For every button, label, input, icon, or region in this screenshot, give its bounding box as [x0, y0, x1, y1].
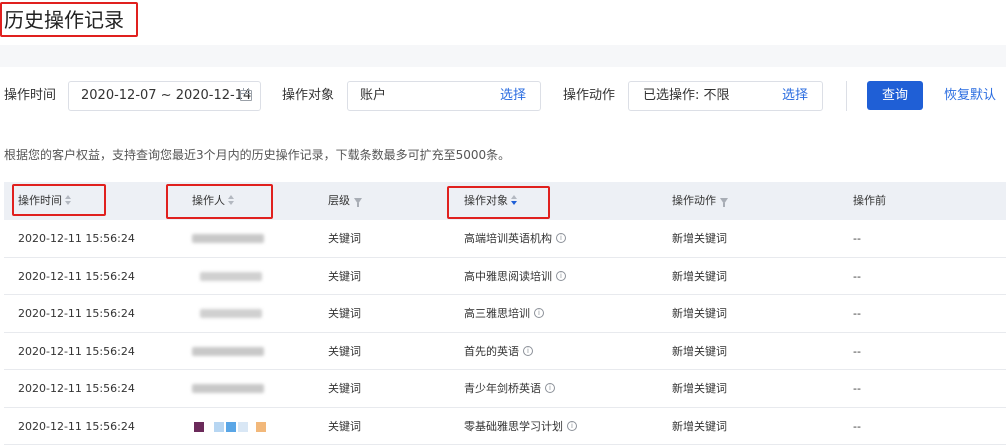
redacted-operator [200, 271, 262, 281]
info-icon[interactable]: i [534, 308, 544, 318]
calendar-icon [240, 88, 252, 101]
col-action-label: 操作动作 [672, 194, 716, 207]
action-select-field[interactable]: 已选操作: 不限 选择 [628, 81, 823, 111]
cell-time: 2020-12-11 15:56:24 [18, 269, 135, 283]
cell-before: -- [853, 232, 861, 245]
sort-icon[interactable] [65, 195, 72, 207]
time-filter-label: 操作时间 [4, 88, 57, 103]
cell-level: 关键词 [328, 307, 361, 320]
table-row: 2020-12-11 15:56:24 关键词 高三雅思培训 i 新增关键词 -- [4, 295, 1006, 333]
col-object-header[interactable]: 操作对象 [464, 182, 518, 220]
cell-action: 新增关键词 [672, 269, 727, 283]
cell-action: 新增关键词 [672, 344, 727, 358]
cell-before: -- [853, 382, 861, 395]
redacted-operator [192, 234, 264, 243]
cell-level: 关键词 [328, 232, 361, 245]
col-level-header[interactable]: 层级 [328, 182, 362, 220]
cell-before: -- [853, 269, 861, 283]
cell-object: 零基础雅思学习计划 i [464, 408, 577, 445]
date-range-picker[interactable]: 2020-12-07 ~ 2020-12-14 [68, 81, 261, 111]
cell-time: 2020-12-11 15:56:24 [18, 344, 135, 358]
cell-time: 2020-12-11 15:56:24 [18, 382, 135, 395]
col-action-header[interactable]: 操作动作 [672, 182, 728, 220]
table-row: 2020-12-11 15:56:24 关键词 青少年剑桥英语 i 新增关键词 -… [4, 370, 1006, 408]
redacted-operator [200, 309, 262, 318]
action-select-button[interactable]: 选择 [782, 82, 808, 110]
page-title: 历史操作记录 [4, 8, 124, 32]
quota-notice: 根据您的客户权益，支持查询您最近3个月内的历史操作记录，下载条数最多可扩充至50… [4, 148, 511, 162]
redacted-operator [192, 346, 264, 356]
action-filter-label: 操作动作 [563, 88, 616, 103]
info-icon[interactable]: i [523, 345, 533, 356]
object-select-field[interactable]: 账户 选择 [347, 81, 541, 111]
cell-object: 首先的英语 i [464, 333, 533, 370]
info-icon[interactable]: i [556, 233, 566, 243]
table-row: 2020-12-11 15:56:24 关键词 高中雅思阅读培训 i 新增关键词 … [4, 258, 1006, 295]
filter-bar: 操作时间 2020-12-07 ~ 2020-12-14 操作对象 账户 选择 … [0, 79, 1006, 113]
history-table: 操作时间 操作人 层级 操作对象 操作动作 操作前 2020-12-11 15:… [4, 182, 1006, 445]
object-select-value: 账户 [360, 88, 387, 103]
table-row: 2020-12-11 15:56:24 关键词 高端培训英语机构 i 新增关键词 … [4, 220, 1006, 258]
cell-time: 2020-12-11 15:56:24 [18, 307, 135, 320]
sort-icon[interactable] [511, 195, 518, 207]
cell-object: 高端培训英语机构 i [464, 220, 566, 257]
info-icon[interactable]: i [556, 270, 566, 281]
info-icon[interactable]: i [567, 420, 577, 431]
filter-icon[interactable] [354, 198, 362, 207]
toolbar-divider [846, 81, 847, 111]
cell-action: 新增关键词 [672, 382, 727, 395]
info-icon[interactable]: i [545, 383, 555, 393]
date-range-value: 2020-12-07 ~ 2020-12-14 [81, 88, 252, 103]
redacted-operator [192, 384, 264, 393]
divider-band [0, 45, 1006, 67]
query-button[interactable]: 查询 [867, 81, 923, 110]
filter-icon[interactable] [720, 198, 728, 207]
cell-level: 关键词 [328, 419, 361, 433]
cell-object: 青少年剑桥英语 i [464, 370, 555, 407]
redacted-operator [194, 421, 274, 432]
reset-default-link[interactable]: 恢复默认 [944, 79, 996, 113]
sort-icon[interactable] [228, 195, 235, 207]
col-object-label: 操作对象 [464, 194, 508, 207]
cell-before: -- [853, 419, 861, 433]
cell-level: 关键词 [328, 344, 361, 358]
table-row: 2020-12-11 15:56:24 关键词 零基础雅思学习计划 i 新增关键词… [4, 408, 1006, 445]
col-operator-label: 操作人 [192, 194, 225, 207]
cell-before: -- [853, 344, 861, 358]
col-before-label: 操作前 [853, 194, 886, 207]
table-header: 操作时间 操作人 层级 操作对象 操作动作 操作前 [4, 182, 1006, 220]
action-select-value: 已选操作: 不限 [643, 88, 730, 103]
col-operator-header[interactable]: 操作人 [192, 182, 235, 220]
table-row: 2020-12-11 15:56:24 关键词 首先的英语 i 新增关键词 -- [4, 333, 1006, 370]
object-filter-label: 操作对象 [282, 88, 335, 103]
cell-action: 新增关键词 [672, 419, 727, 433]
cell-level: 关键词 [328, 269, 361, 283]
col-before-header: 操作前 [853, 182, 886, 220]
cell-object: 高三雅思培训 i [464, 295, 544, 332]
cell-action: 新增关键词 [672, 307, 727, 320]
cell-object: 高中雅思阅读培训 i [464, 258, 566, 295]
cell-before: -- [853, 307, 861, 320]
cell-level: 关键词 [328, 382, 361, 395]
col-time-header[interactable]: 操作时间 [18, 182, 72, 220]
cell-time: 2020-12-11 15:56:24 [18, 232, 135, 245]
cell-action: 新增关键词 [672, 232, 727, 245]
col-level-label: 层级 [328, 194, 350, 207]
col-time-label: 操作时间 [18, 194, 62, 207]
cell-time: 2020-12-11 15:56:24 [18, 419, 135, 433]
object-select-button[interactable]: 选择 [500, 82, 526, 110]
